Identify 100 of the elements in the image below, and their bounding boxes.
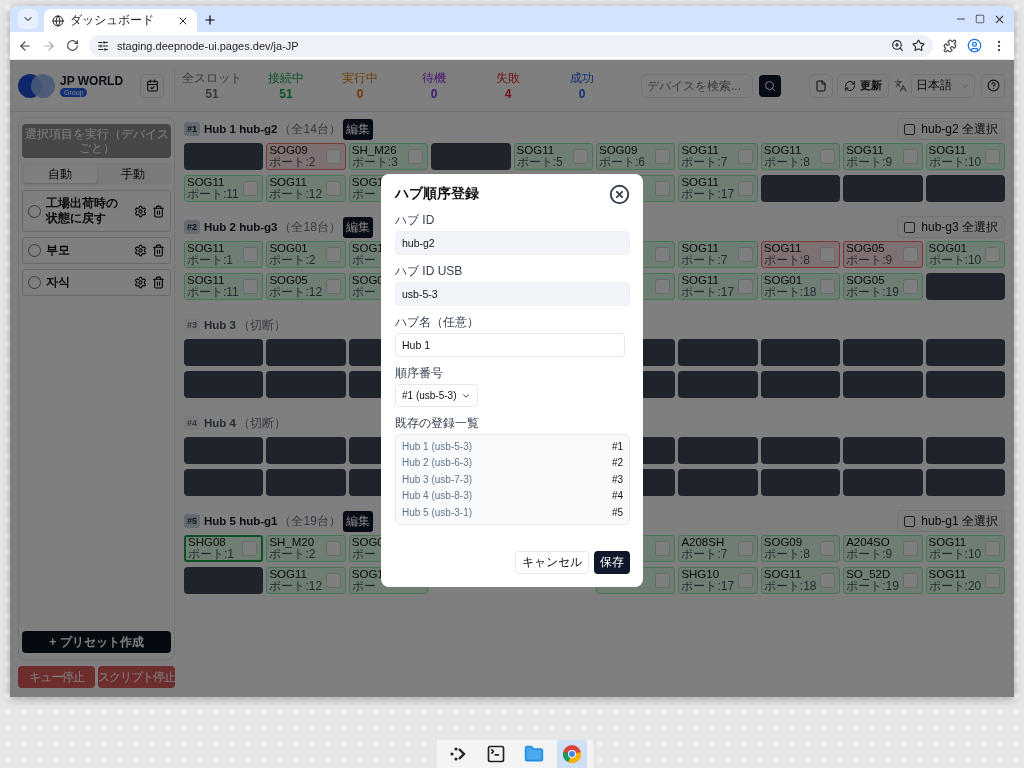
device-tile[interactable]: SOG11 ポート:5 bbox=[513, 143, 593, 170]
device-tile[interactable]: SOG11 ポート:10 bbox=[925, 143, 1005, 170]
checkbox[interactable] bbox=[904, 515, 916, 527]
bookmark-star-icon[interactable] bbox=[912, 39, 925, 52]
trash-icon[interactable] bbox=[152, 244, 165, 257]
device-tile[interactable]: SOG11 ポート:11 bbox=[184, 175, 264, 202]
device-tile[interactable]: SOG11 ポート:9 bbox=[843, 143, 923, 170]
device-tile[interactable]: SOG11 ポート:18 bbox=[760, 567, 841, 594]
zoom-icon[interactable] bbox=[891, 39, 904, 52]
device-tile[interactable]: SO_52D ポート:19 bbox=[843, 567, 923, 594]
field-label: 順序番号 bbox=[395, 366, 444, 380]
logo-icon bbox=[18, 72, 56, 99]
device-tile[interactable]: A204SO ポート:9 bbox=[843, 535, 923, 562]
settings-icon[interactable] bbox=[134, 204, 147, 218]
reload-icon[interactable] bbox=[66, 39, 79, 52]
device-tile[interactable]: SOG11 ポート:20 bbox=[925, 567, 1005, 594]
hub-number-badge: #3 bbox=[184, 318, 200, 332]
edit-button[interactable]: 編集 bbox=[342, 118, 373, 140]
settings-icon[interactable] bbox=[134, 276, 147, 289]
preset-radio[interactable] bbox=[28, 276, 41, 289]
file-button[interactable] bbox=[809, 73, 833, 98]
profile-icon[interactable] bbox=[967, 38, 982, 53]
device-tile[interactable]: SOG09 ポート:6 bbox=[596, 143, 676, 170]
order-select[interactable]: #1 (usb-5-3) bbox=[395, 384, 479, 407]
device-tile[interactable]: SHG10 ポート:17 bbox=[678, 567, 758, 594]
language-select[interactable]: 日本語 bbox=[911, 73, 975, 98]
preset-item[interactable]: 工場出荷時の状態に戻す bbox=[22, 190, 171, 232]
device-tile[interactable]: SOG01 ポート:18 bbox=[760, 273, 841, 300]
preset-radio[interactable] bbox=[28, 204, 41, 218]
hub-entry-order: #3 bbox=[611, 473, 623, 485]
cancel-button[interactable]: キャンセル bbox=[515, 551, 589, 574]
port-label: ポート:8 bbox=[763, 548, 810, 561]
device-tile[interactable]: SOG11 ポート:12 bbox=[266, 567, 346, 594]
hub-name-field[interactable]: Hub 1 bbox=[395, 333, 626, 357]
device-tile[interactable]: SOG01 ポート:2 bbox=[266, 241, 346, 268]
hub-note: （全18台） bbox=[279, 218, 341, 236]
save-button[interactable]: 保存 bbox=[594, 551, 630, 574]
site-info-icon[interactable] bbox=[97, 39, 109, 52]
extensions-icon[interactable] bbox=[943, 38, 957, 53]
select-all-button[interactable]: hub-g1 全選択 bbox=[897, 510, 1005, 532]
hub-number-badge: #4 bbox=[184, 416, 200, 430]
device-tile[interactable]: SHG08 ポート:1 bbox=[184, 535, 264, 562]
select-all-button[interactable]: hub-g2 全選択 bbox=[897, 118, 1005, 140]
device-tile[interactable]: SOG05 ポート:19 bbox=[843, 273, 923, 300]
readonly-field[interactable]: hub-g2 bbox=[395, 231, 630, 255]
device-tile[interactable]: SH_M26 ポート:3 bbox=[348, 143, 429, 170]
device-tile[interactable]: SOG11 ポート:17 bbox=[678, 175, 758, 202]
mode-tab[interactable]: 自動 bbox=[24, 165, 97, 183]
mode-tab[interactable]: 手動 bbox=[96, 165, 169, 183]
device-tile[interactable]: SOG09 ポート:8 bbox=[760, 535, 841, 562]
device-name: SHG08 bbox=[188, 537, 226, 548]
maximize-icon[interactable] bbox=[975, 14, 985, 24]
device-tile[interactable]: SOG11 ポート:10 bbox=[925, 535, 1005, 562]
hub-entry-name: Hub 1 (usb-5-3) bbox=[402, 440, 473, 452]
browser-tab[interactable]: ダッシュボード bbox=[44, 9, 197, 32]
trash-icon[interactable] bbox=[152, 204, 165, 218]
back-icon[interactable] bbox=[18, 38, 32, 53]
refresh-button[interactable]: 更新 bbox=[837, 73, 889, 98]
calendar-button[interactable] bbox=[140, 73, 164, 98]
device-tile[interactable]: SOG11 ポート:12 bbox=[266, 175, 346, 202]
preset-radio[interactable] bbox=[28, 244, 41, 257]
stop-button[interactable]: スクリプト停止 bbox=[98, 666, 175, 688]
checkbox[interactable] bbox=[904, 123, 916, 135]
new-tab-icon[interactable] bbox=[203, 13, 217, 27]
stop-button[interactable]: キュー停止 bbox=[18, 666, 95, 688]
device-tile[interactable]: SH_M20 ポート:2 bbox=[266, 535, 346, 562]
address-bar[interactable]: staging.deepnode-ui.pages.dev/ja-JP bbox=[89, 34, 933, 57]
trash-icon[interactable] bbox=[152, 276, 165, 289]
search-button[interactable] bbox=[759, 74, 781, 97]
close-icon[interactable] bbox=[609, 183, 630, 205]
device-tile[interactable]: SOG11 ポート:7 bbox=[678, 241, 758, 268]
device-tile[interactable]: SOG11 ポート:1 bbox=[184, 241, 264, 268]
edit-button[interactable]: 編集 bbox=[342, 510, 373, 532]
port-label: ポート:7 bbox=[681, 548, 728, 561]
translate-icon[interactable] bbox=[894, 79, 907, 92]
edit-button[interactable]: 編集 bbox=[342, 216, 373, 238]
select-all-button[interactable]: hub-g3 全選択 bbox=[897, 216, 1005, 238]
device-tile[interactable]: SOG11 ポート:17 bbox=[678, 273, 758, 300]
device-tile[interactable]: SOG11 ポート:8 bbox=[760, 143, 841, 170]
device-tile[interactable]: SOG11 ポート:11 bbox=[184, 273, 264, 300]
device-tile[interactable]: A208SH ポート:7 bbox=[678, 535, 758, 562]
device-tile[interactable]: SOG05 ポート:9 bbox=[843, 241, 923, 268]
preset-item[interactable]: 자식 bbox=[22, 269, 171, 296]
help-button[interactable] bbox=[981, 73, 1005, 98]
forward-icon[interactable] bbox=[42, 38, 56, 53]
device-tile[interactable]: SOG11 ポート:7 bbox=[678, 143, 758, 170]
device-tile[interactable]: SOG01 ポート:10 bbox=[925, 241, 1005, 268]
settings-icon[interactable] bbox=[134, 244, 147, 257]
port-label: ポート:8 bbox=[763, 156, 810, 169]
readonly-field[interactable]: usb-5-3 bbox=[395, 282, 630, 306]
device-tile[interactable]: SOG11 ポート:8 bbox=[760, 241, 841, 268]
device-tile[interactable]: SOG09 ポート:2 bbox=[266, 143, 346, 170]
device-name: SOG05 bbox=[846, 242, 885, 254]
browser-button[interactable] bbox=[557, 740, 587, 768]
device-tile[interactable]: SOG05 ポート:12 bbox=[266, 273, 346, 300]
checkbox[interactable] bbox=[904, 221, 916, 233]
create-preset-button[interactable]: + プリセット作成 bbox=[22, 631, 171, 653]
preset-item[interactable]: 부모 bbox=[22, 237, 171, 264]
port-label: ポート:2 bbox=[269, 548, 316, 561]
tab-list-button[interactable] bbox=[18, 9, 38, 29]
